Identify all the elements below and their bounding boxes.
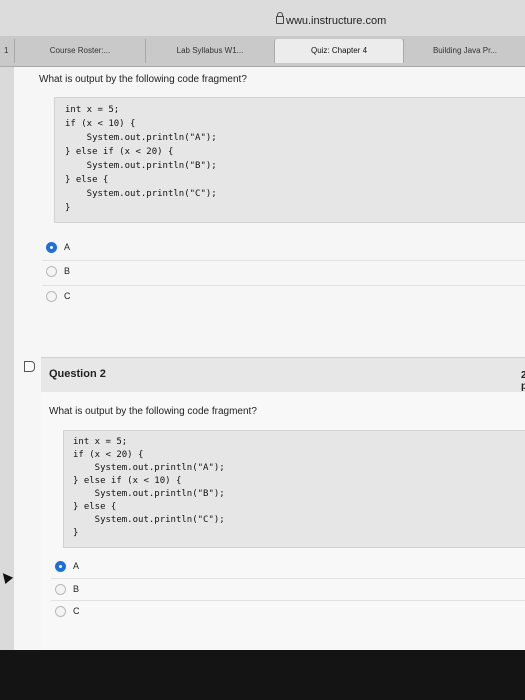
question2-prompt: What is output by the following code fra…: [49, 406, 257, 417]
question1-prompt: What is output by the following code fra…: [39, 74, 247, 85]
question1-option-c[interactable]: C: [42, 285, 525, 308]
option-label: A: [73, 561, 80, 571]
question2-points: 2 p: [521, 370, 525, 392]
option-label: A: [64, 242, 71, 252]
tab-lab-syllabus[interactable]: Lab Syllabus W1...: [145, 39, 274, 63]
question2-option-a[interactable]: A: [51, 556, 525, 578]
quiz-page: What is output by the following code fra…: [14, 67, 525, 670]
radio-selected-icon[interactable]: [55, 561, 66, 572]
tab-bar: 1 Course Roster:... Lab Syllabus W1... Q…: [0, 36, 525, 67]
radio-icon[interactable]: [55, 584, 66, 595]
tab-label: Quiz: Chapter 4: [310, 46, 368, 55]
tab-quiz-chapter-4[interactable]: Quiz: Chapter 4: [274, 39, 403, 63]
radio-icon[interactable]: [55, 606, 66, 617]
tab-label: Lab Syllabus W1...: [176, 46, 244, 55]
question2-option-c[interactable]: C: [51, 600, 525, 623]
code-line: } else {: [65, 175, 109, 185]
question1-code-block: int x = 5; if (x < 10) { System.out.prin…: [54, 97, 525, 223]
option-label: B: [64, 266, 71, 276]
question2-header: Question 2 2 p: [41, 357, 525, 393]
tab-course-roster[interactable]: Course Roster:...: [14, 39, 145, 63]
tab-label: Course Roster:...: [49, 46, 111, 55]
code-line: }: [65, 203, 71, 213]
tab-edge-label: 1: [4, 46, 9, 55]
address-bar[interactable]: wwu.instructure.com: [0, 0, 525, 36]
screen: wwu.instructure.com 1 Course Roster:... …: [0, 0, 525, 700]
code-line: System.out.println("B");: [73, 489, 225, 499]
question2-code-block: int x = 5; if (x < 20) { System.out.prin…: [63, 430, 525, 548]
code-line: if (x < 10) {: [65, 119, 136, 129]
screen-bezel: [0, 650, 525, 700]
code-line: System.out.println("C");: [65, 189, 217, 199]
radio-selected-icon[interactable]: [46, 242, 57, 253]
question2-title: Question 2: [49, 368, 106, 380]
code-line: System.out.println("B");: [65, 161, 217, 171]
code-line: } else if (x < 20) {: [65, 147, 174, 157]
question1-option-a[interactable]: A: [42, 237, 525, 259]
radio-icon[interactable]: [46, 266, 57, 277]
code-line: System.out.println("A");: [65, 133, 217, 143]
code-line: System.out.println("A");: [73, 463, 225, 473]
flag-question-icon[interactable]: [24, 361, 35, 372]
code-line: } else if (x < 10) {: [73, 476, 182, 486]
option-label: C: [64, 291, 71, 301]
url-text: wwu.instructure.com: [286, 15, 387, 27]
code-line: if (x < 20) {: [73, 450, 144, 460]
code-line: }: [73, 528, 79, 538]
question2-body: What is output by the following code fra…: [41, 392, 525, 670]
code-line: } else {: [73, 502, 117, 512]
code-line: System.out.println("C");: [73, 515, 225, 525]
option-label: C: [73, 606, 80, 616]
code-line: int x = 5;: [65, 105, 120, 115]
code-line: int x = 5;: [73, 437, 128, 447]
tab-building-java[interactable]: Building Java Pr...: [403, 39, 525, 63]
question2-option-b[interactable]: B: [51, 578, 525, 601]
radio-icon[interactable]: [46, 291, 57, 302]
option-label: B: [73, 584, 80, 594]
question1-option-b[interactable]: B: [42, 260, 525, 283]
tab-label: Building Java Pr...: [432, 46, 498, 55]
lock-icon: [276, 12, 284, 24]
